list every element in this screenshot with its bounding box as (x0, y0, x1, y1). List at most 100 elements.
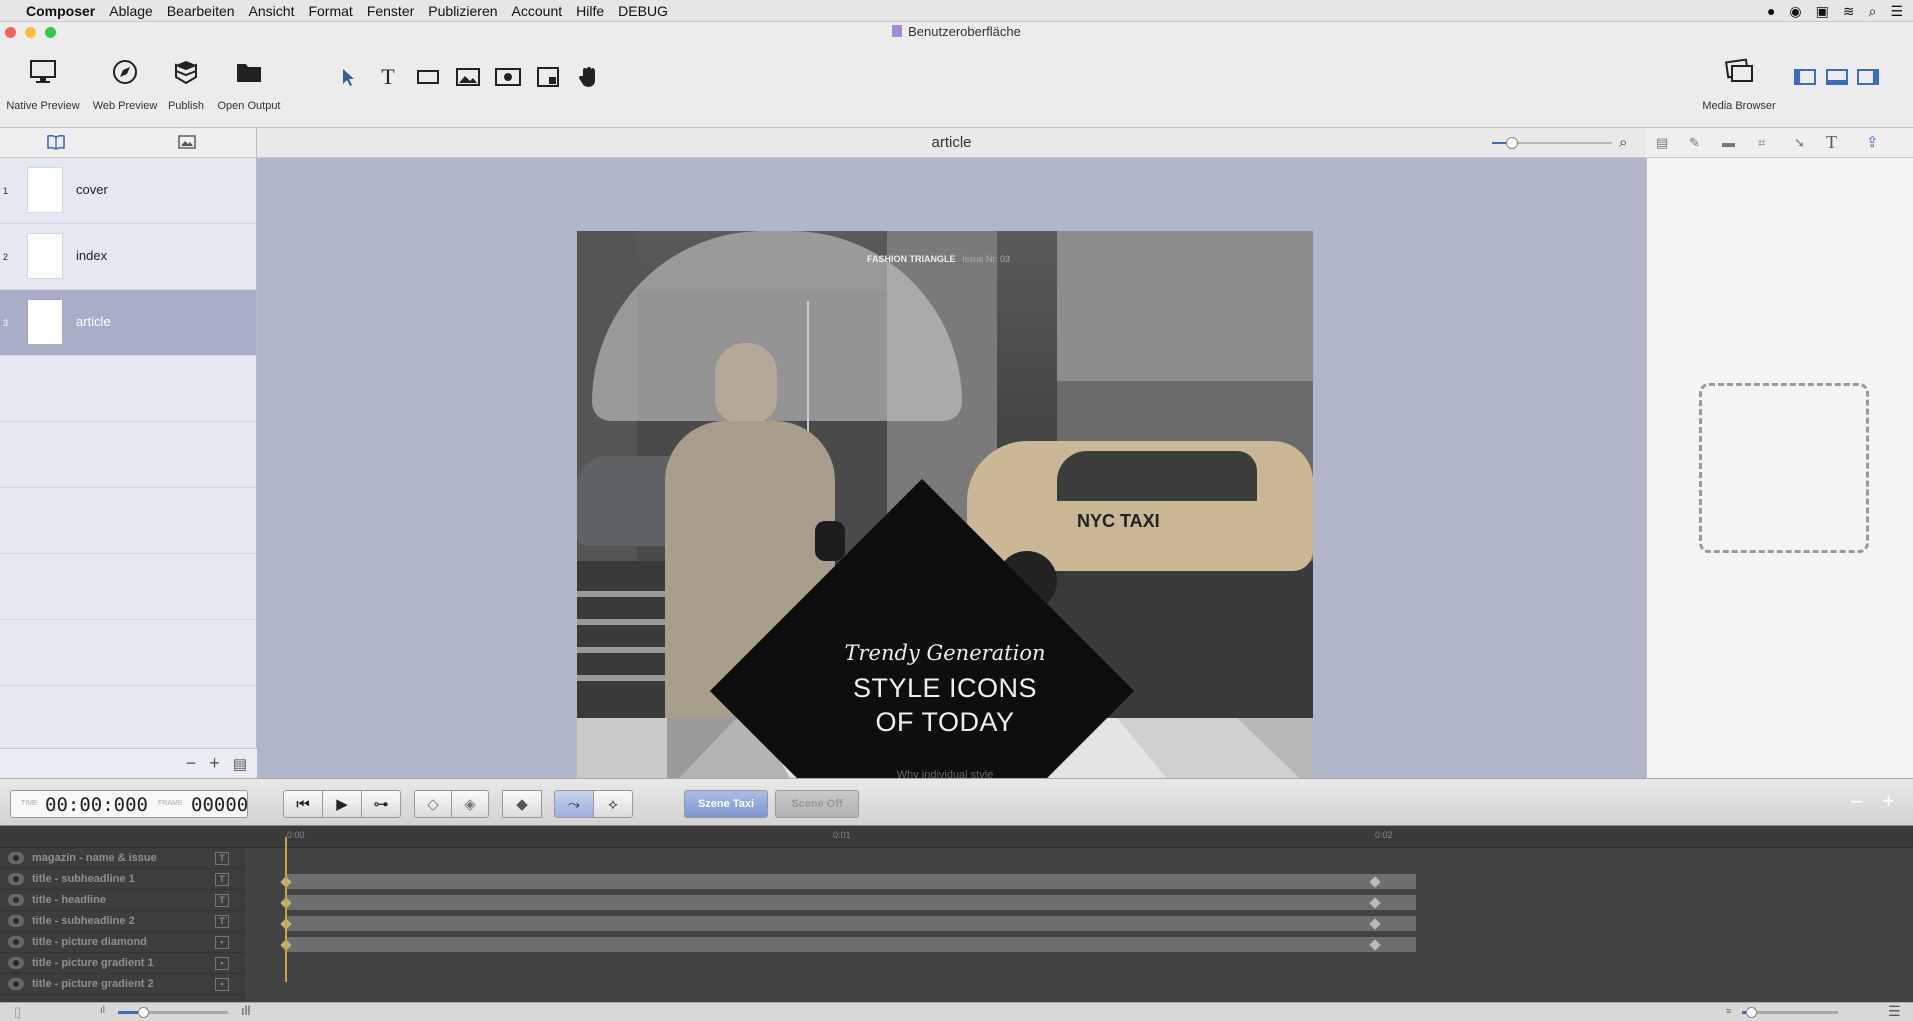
easing-curve-icon[interactable]: ⤳ (554, 790, 594, 818)
visibility-eye-icon[interactable] (8, 957, 24, 969)
track-height-slider[interactable] (118, 1011, 228, 1014)
prev-keyframe-icon[interactable]: ◇ (414, 790, 452, 818)
masthead[interactable]: FASHION TRIANGLE Issue Nr. 03 (867, 254, 1010, 264)
upload-icon[interactable]: ⇪ (1866, 133, 1879, 151)
timeline-layer[interactable]: title - subheadline 1 T (0, 869, 245, 890)
timeline-menu-icon[interactable]: ☰ (1888, 1003, 1901, 1020)
airplay-icon[interactable]: ▣ (1816, 3, 1829, 20)
headline-line-1[interactable]: STYLE ICONS (777, 673, 1113, 704)
visibility-eye-icon[interactable] (8, 873, 24, 885)
publish-button[interactable]: Publish (164, 58, 208, 112)
scene-off-button[interactable]: Scene Off (775, 790, 859, 818)
track-height-slider-knob[interactable] (138, 1007, 149, 1018)
menu-account[interactable]: Account (512, 3, 563, 19)
wifi-icon[interactable]: ≋ (1843, 3, 1855, 20)
menu-format[interactable]: Format (308, 3, 352, 19)
timeline-track-area[interactable]: 0:00 0:01 0:02 (245, 826, 1913, 1002)
layer-animation-bar[interactable] (286, 937, 1416, 952)
typography-icon[interactable]: T (1826, 132, 1837, 153)
container-tool-icon[interactable] (533, 62, 563, 92)
timeline-layer[interactable]: title - picture gradient 1 ▪ (0, 953, 245, 974)
zoom-slider[interactable] (1492, 137, 1612, 149)
layer-animation-bar[interactable] (286, 895, 1416, 910)
pages-book-icon[interactable] (46, 134, 66, 155)
teaser-text[interactable]: Why individual style (777, 769, 1113, 778)
playhead[interactable] (285, 837, 287, 982)
timeline-zoom-slider-knob[interactable] (1746, 1007, 1757, 1018)
play-icon[interactable]: ▶ (322, 790, 362, 818)
menu-hilfe[interactable]: Hilfe (576, 3, 604, 19)
select-tool-arrow-icon[interactable] (333, 62, 363, 92)
page-list-item-cover[interactable]: 1 cover (0, 158, 256, 224)
zoom-in-timeline-icon[interactable]: + (1882, 788, 1895, 814)
assets-image-icon[interactable] (178, 135, 196, 154)
article-page[interactable]: NYC TAXI FASHION TRIANGLE Issue Nr. 03 T… (577, 231, 1313, 778)
notification-center-icon[interactable]: ☰ (1890, 3, 1903, 20)
loop-icon[interactable]: ⊶ (361, 790, 401, 818)
trash-icon[interactable]: ▯ (14, 1004, 21, 1020)
rectangle-tool-icon[interactable] (413, 62, 443, 92)
image-tool-icon[interactable] (453, 62, 483, 92)
visibility-eye-icon[interactable] (8, 852, 24, 864)
timeline-layer[interactable]: title - headline T (0, 890, 245, 911)
zoom-out-timeline-icon[interactable]: − (1850, 789, 1863, 815)
add-keyframe-icon[interactable]: ◆ (502, 790, 542, 818)
spotlight-search-icon[interactable]: ⌕ (1869, 3, 1877, 20)
visibility-eye-icon[interactable] (8, 936, 24, 948)
creative-cloud-icon[interactable]: ◉ (1789, 3, 1801, 20)
text-tool-icon[interactable]: T (373, 62, 403, 92)
web-preview-button[interactable]: Web Preview (88, 58, 162, 112)
native-preview-button[interactable]: Native Preview (4, 58, 82, 112)
page-properties-icon[interactable]: ▤ (1656, 135, 1668, 151)
layout-right-panel-icon[interactable] (1853, 62, 1883, 92)
media-browser-button[interactable]: Media Browser (1694, 58, 1784, 112)
zoom-magnifier-icon[interactable]: ⌕ (1619, 128, 1627, 158)
clapboard-icon[interactable]: ▬ (1722, 135, 1735, 150)
timeline-layer[interactable]: title - picture diamond ▪ (0, 932, 245, 953)
menu-fenster[interactable]: Fenster (367, 3, 414, 19)
subheadline[interactable]: Trendy Generation (777, 641, 1113, 665)
duplicate-page-icon[interactable]: ▤ (233, 756, 247, 773)
menu-publizieren[interactable]: Publizieren (428, 3, 497, 19)
visibility-eye-icon[interactable] (8, 978, 24, 990)
visibility-eye-icon[interactable] (8, 894, 24, 906)
page-list-item-article[interactable]: 3 article (0, 290, 256, 356)
menu-app-name[interactable]: Composer (26, 3, 95, 19)
menu-ablage[interactable]: Ablage (109, 3, 153, 19)
menu-bearbeiten[interactable]: Bearbeiten (167, 3, 235, 19)
add-page-icon[interactable]: + (209, 753, 220, 773)
headline-line-2[interactable]: OF TODAY (777, 707, 1113, 738)
layout-left-panel-icon[interactable] (1790, 62, 1820, 92)
menu-ansicht[interactable]: Ansicht (249, 3, 295, 19)
pointer-icon[interactable]: ➘ (1794, 135, 1805, 151)
edit-icon[interactable]: ✎ (1689, 135, 1700, 151)
media-drop-zone[interactable] (1699, 383, 1869, 553)
hand-tool-icon[interactable] (573, 62, 603, 92)
timecode-display[interactable]: TIME 00:00:000 FRAME 00000 (10, 790, 248, 818)
minimize-window-button[interactable] (25, 27, 36, 38)
design-canvas[interactable]: NYC TAXI FASHION TRIANGLE Issue Nr. 03 T… (257, 158, 1646, 778)
layer-animation-bar[interactable] (286, 916, 1416, 931)
layer-animation-bar[interactable] (286, 874, 1416, 889)
timeline-layer[interactable]: title - picture gradient 2 ▪ (0, 974, 245, 995)
timeline-ruler[interactable]: 0:00 0:01 0:02 (245, 826, 1913, 848)
sidebar-footer: − + ▤ (0, 748, 257, 778)
video-tool-icon[interactable] (493, 62, 523, 92)
record-icon[interactable]: ● (1767, 3, 1775, 19)
remove-page-icon[interactable]: − (186, 753, 197, 773)
transform-icon[interactable]: ⌗ (1758, 135, 1765, 151)
zoom-window-button[interactable] (45, 27, 56, 38)
visibility-eye-icon[interactable] (8, 915, 24, 927)
scene-taxi-button[interactable]: Szene Taxi (684, 790, 768, 818)
page-list-item-index[interactable]: 2 index (0, 224, 256, 290)
zoom-slider-knob[interactable] (1506, 137, 1518, 149)
layout-bottom-panel-icon[interactable] (1822, 62, 1852, 92)
menu-debug[interactable]: DEBUG (618, 3, 668, 19)
timeline-layer[interactable]: title - subheadline 2 T (0, 911, 245, 932)
close-window-button[interactable] (5, 27, 16, 38)
timeline-layer[interactable]: magazin - name & issue T (0, 848, 245, 869)
keyframe-tween-icon[interactable]: ⟡ (593, 790, 633, 818)
open-output-button[interactable]: Open Output (212, 58, 286, 112)
next-keyframe-icon[interactable]: ◈ (451, 790, 489, 818)
go-to-start-icon[interactable]: ⏮ (283, 790, 323, 818)
